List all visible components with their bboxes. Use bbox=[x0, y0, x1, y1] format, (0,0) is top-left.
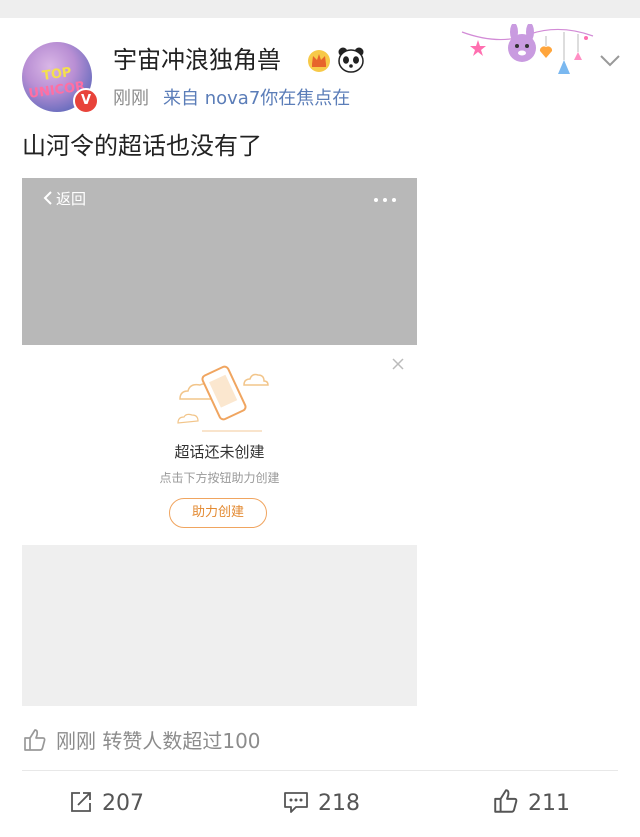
repost-icon bbox=[71, 792, 91, 812]
crown-icon bbox=[308, 50, 330, 72]
divider bbox=[22, 770, 618, 771]
post-source[interactable]: 来自 nova7你在焦点在 bbox=[163, 88, 350, 109]
screenshot-header: 返回 bbox=[22, 178, 417, 345]
like-count: 211 bbox=[528, 791, 570, 816]
thumbs-up-icon bbox=[24, 729, 46, 751]
thumbs-up-icon bbox=[494, 789, 518, 813]
more-icon bbox=[374, 198, 396, 202]
repost-button[interactable]: 207 bbox=[68, 786, 144, 822]
post-time: 刚刚 bbox=[113, 88, 149, 109]
top-band bbox=[0, 0, 640, 18]
help-create-button: 助力创建 bbox=[169, 498, 267, 528]
panda-icon bbox=[338, 47, 364, 73]
back-label: 返回 bbox=[56, 190, 87, 208]
verified-badge: V bbox=[73, 88, 99, 114]
like-stat-text: 刚刚 转赞人数超过100 bbox=[56, 729, 261, 753]
screenshot-bottom-area bbox=[22, 545, 417, 706]
comment-button[interactable]: 218 bbox=[282, 786, 360, 822]
repost-count: 207 bbox=[102, 791, 144, 816]
like-stat: 刚刚 转赞人数超过100 bbox=[22, 726, 261, 756]
back-button: 返回 bbox=[40, 188, 86, 210]
chevron-left-icon bbox=[43, 191, 52, 205]
phone-illustration-icon bbox=[177, 365, 269, 432]
attached-screenshot[interactable]: 返回 超话还未创建 点击下方按钮助力创建 助力创建 bbox=[22, 178, 417, 706]
decoration-garland-icon bbox=[461, 24, 594, 74]
post-text: 山河令的超话也没有了 bbox=[22, 132, 262, 160]
post-meta: 刚刚 来自 nova7你在焦点在 bbox=[113, 86, 350, 112]
empty-state-subtitle: 点击下方按钮助力创建 bbox=[159, 471, 280, 485]
screenshot-empty-state: 超话还未创建 点击下方按钮助力创建 助力创建 bbox=[22, 345, 417, 545]
like-button[interactable]: 211 bbox=[492, 786, 570, 822]
empty-state-title: 超话还未创建 bbox=[174, 443, 265, 461]
comment-icon bbox=[284, 792, 308, 813]
comment-count: 218 bbox=[318, 791, 360, 816]
close-icon bbox=[392, 358, 404, 370]
author-name[interactable]: 宇宙冲浪独角兽 bbox=[113, 44, 281, 76]
chevron-down-icon[interactable] bbox=[596, 50, 624, 70]
